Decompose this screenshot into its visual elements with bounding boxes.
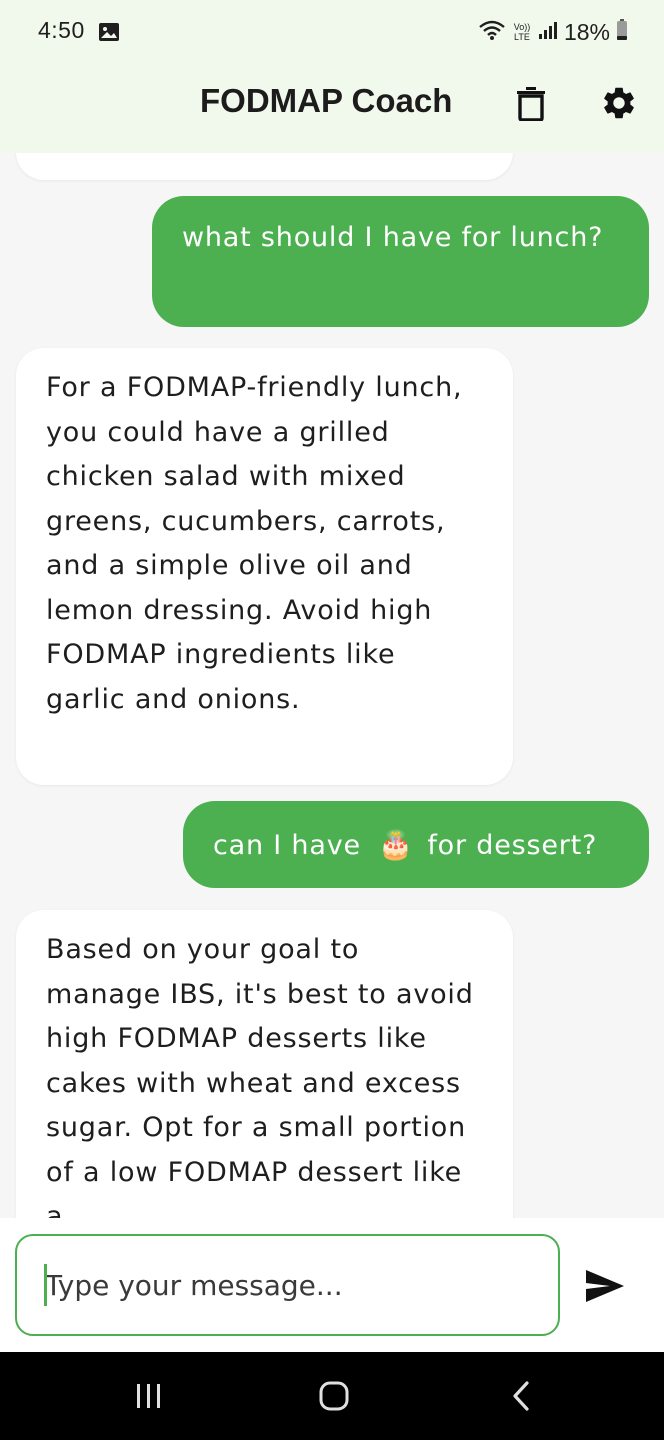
message-text: Based on your goal to manage IBS, it's b… [46, 934, 474, 1218]
status-bar: 4:50 Vo)) LTE 18% [0, 0, 664, 64]
message-input[interactable] [15, 1234, 560, 1336]
gear-icon [604, 87, 634, 119]
recent-apps-icon [137, 1384, 160, 1408]
send-button[interactable] [582, 1266, 628, 1306]
bot-message-bubble: For a FODMAP-friendly lunch, you could h… [16, 348, 513, 785]
network-type-label: Vo)) LTE [513, 22, 531, 42]
message-text: For a FODMAP-friendly lunch, you could h… [46, 372, 463, 715]
battery-icon [616, 19, 628, 45]
header: 4:50 Vo)) LTE 18% FODMAP Coach [0, 0, 664, 153]
message-text: for dessert? [427, 830, 598, 861]
bot-message-bubble [16, 153, 513, 180]
status-time: 4:50 [38, 17, 85, 43]
composer [0, 1218, 664, 1352]
recent-apps-button[interactable] [127, 1376, 171, 1416]
settings-button[interactable] [598, 82, 640, 124]
navigation-bar [0, 1352, 664, 1440]
trash-icon [517, 87, 545, 121]
send-icon [586, 1270, 624, 1302]
clear-chat-button[interactable] [512, 84, 550, 124]
chat-screen: 4:50 Vo)) LTE 18% FODMAP Coach what shou… [0, 0, 664, 1440]
app-bar: FODMAP Coach [0, 64, 664, 153]
signal-icon [538, 20, 558, 44]
back-button[interactable] [499, 1376, 543, 1416]
user-message-bubble: can I have 🎂 for dessert? [183, 801, 649, 888]
message-text: what should I have for lunch? [182, 222, 604, 253]
home-icon [319, 1381, 349, 1411]
battery-percentage: 18% [563, 18, 610, 45]
bot-message-bubble: Based on your goal to manage IBS, it's b… [16, 910, 513, 1218]
user-message-bubble: what should I have for lunch? [152, 196, 649, 327]
home-button[interactable] [312, 1376, 356, 1416]
app-title: FODMAP Coach [200, 82, 453, 119]
gallery-icon [98, 22, 120, 42]
text-cursor [44, 1264, 47, 1306]
chat-message-list[interactable]: what should I have for lunch? For a FODM… [0, 153, 664, 1218]
wifi-icon [478, 19, 506, 45]
status-indicators: Vo)) LTE 18% [478, 17, 628, 47]
cake-icon: 🎂 [378, 828, 414, 861]
message-text: can I have [213, 830, 361, 861]
back-icon [513, 1381, 529, 1411]
